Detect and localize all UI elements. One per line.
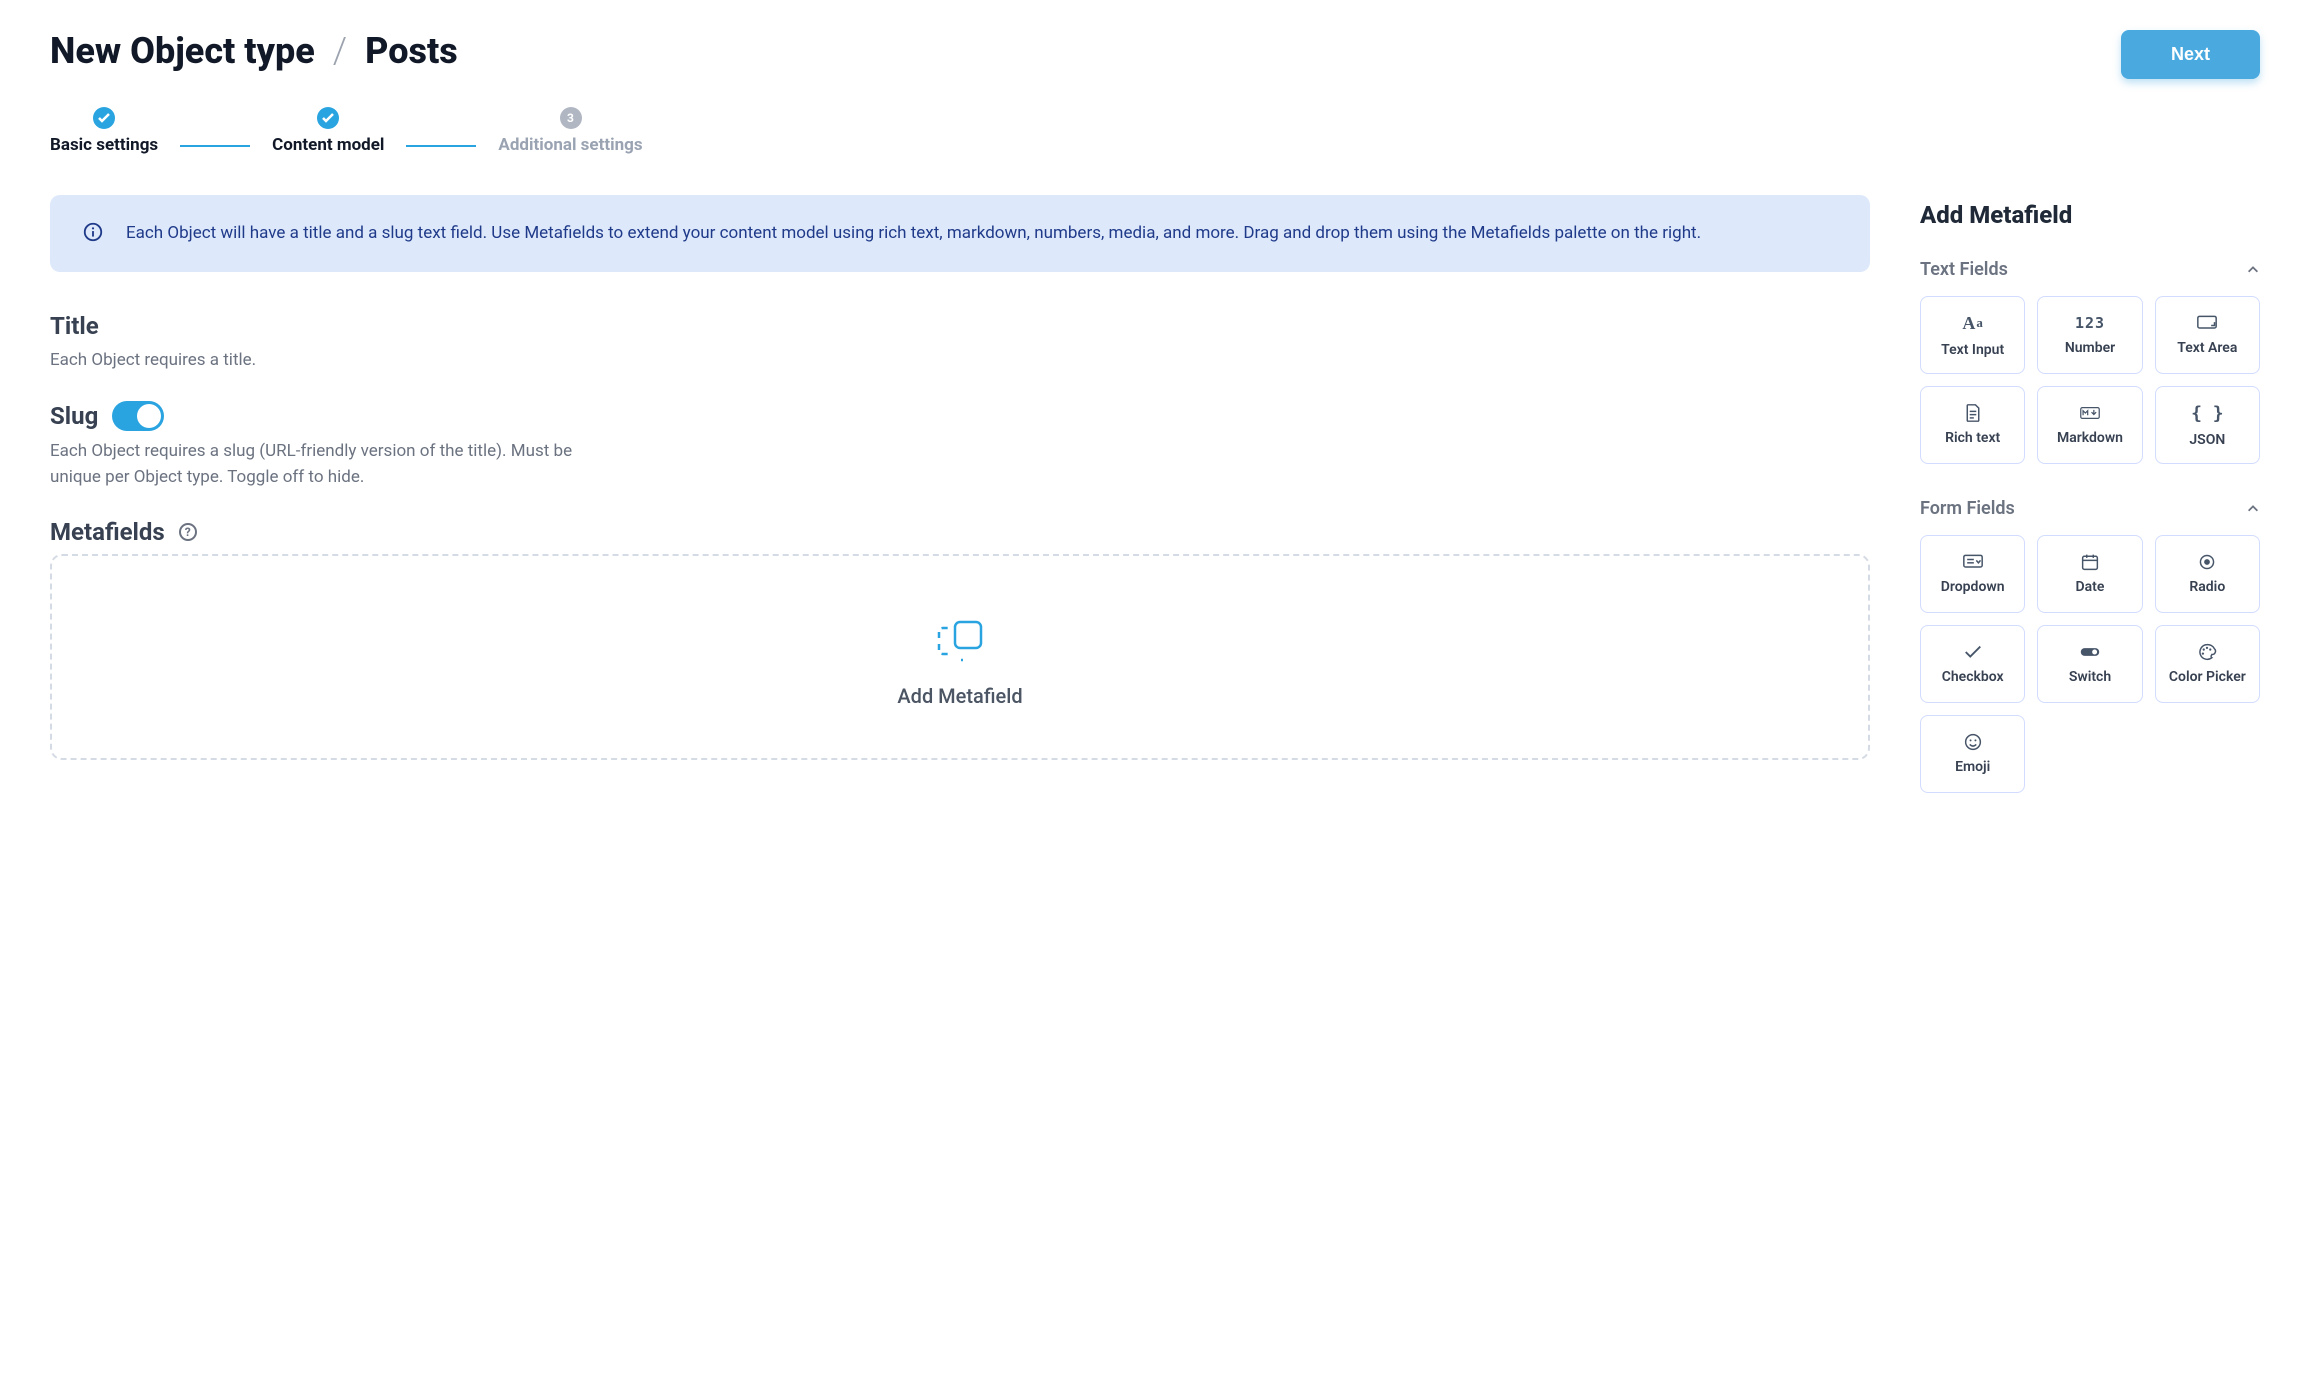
- tile-label: Radio: [2189, 579, 2225, 595]
- step-connector: [180, 145, 250, 147]
- rich-text-icon: [1963, 404, 1983, 422]
- step-connector: [406, 145, 476, 147]
- tile-date[interactable]: Date: [2037, 535, 2142, 613]
- chevron-up-icon: [2246, 502, 2260, 516]
- title-heading: Title: [50, 312, 1870, 340]
- metafields-palette: Add Metafield Text Fields Aa Text Input …: [1920, 195, 2260, 827]
- tile-checkbox[interactable]: Checkbox: [1920, 625, 2025, 703]
- next-button[interactable]: Next: [2121, 30, 2260, 79]
- step-check-icon: [317, 107, 339, 129]
- dropzone-icon: [933, 616, 987, 666]
- tile-markdown[interactable]: Markdown: [2037, 386, 2142, 464]
- tile-label: Date: [2076, 579, 2105, 595]
- step-label: Additional settings: [498, 135, 642, 155]
- chevron-up-icon: [2246, 263, 2260, 277]
- metafields-heading: Metafields ?: [50, 518, 1870, 546]
- group-label: Form Fields: [1920, 498, 2015, 519]
- tile-emoji[interactable]: Emoji: [1920, 715, 2025, 793]
- dropdown-icon: [1963, 553, 1983, 571]
- info-text: Each Object will have a title and a slug…: [126, 219, 1701, 248]
- slug-heading: Slug: [50, 401, 1870, 431]
- step-additional-settings[interactable]: 3 Additional settings: [498, 107, 642, 155]
- page-title: New Object type / Posts: [50, 30, 458, 72]
- info-icon: [82, 221, 104, 243]
- palette-heading: Add Metafield: [1920, 201, 2260, 229]
- tile-label: Checkbox: [1942, 669, 2004, 685]
- number-icon: 123: [2075, 314, 2105, 332]
- step-number-icon: 3: [560, 107, 582, 129]
- tile-text-input[interactable]: Aa Text Input: [1920, 296, 2025, 374]
- step-check-icon: [93, 107, 115, 129]
- tile-json[interactable]: { } JSON: [2155, 386, 2260, 464]
- group-form-fields[interactable]: Form Fields: [1920, 498, 2260, 519]
- slug-toggle[interactable]: [112, 401, 164, 431]
- tile-label: Number: [2065, 340, 2115, 356]
- switch-icon: [2080, 643, 2100, 661]
- title-object-name: Posts: [365, 30, 458, 72]
- dropzone-label: Add Metafield: [897, 684, 1022, 708]
- slug-desc: Each Object requires a slug (URL-friendl…: [50, 439, 610, 490]
- step-basic-settings[interactable]: Basic settings: [50, 107, 158, 155]
- tile-label: Color Picker: [2169, 669, 2246, 685]
- info-banner: Each Object will have a title and a slug…: [50, 195, 1870, 272]
- tile-label: Rich text: [1945, 430, 2000, 446]
- date-icon: [2080, 553, 2100, 571]
- tile-label: JSON: [2189, 432, 2225, 448]
- emoji-icon: [1963, 733, 1983, 751]
- color-picker-icon: [2197, 643, 2217, 661]
- tile-color-picker[interactable]: Color Picker: [2155, 625, 2260, 703]
- tile-label: Switch: [2069, 669, 2111, 685]
- tile-radio[interactable]: Radio: [2155, 535, 2260, 613]
- tile-switch[interactable]: Switch: [2037, 625, 2142, 703]
- tile-label: Emoji: [1955, 759, 1990, 775]
- slug-heading-text: Slug: [50, 402, 98, 430]
- group-label: Text Fields: [1920, 259, 2008, 280]
- radio-icon: [2197, 553, 2217, 571]
- tile-rich-text[interactable]: Rich text: [1920, 386, 2025, 464]
- metafields-heading-text: Metafields: [50, 518, 165, 546]
- tile-text-area[interactable]: Text Area: [2155, 296, 2260, 374]
- tile-number[interactable]: 123 Number: [2037, 296, 2142, 374]
- checkbox-icon: [1963, 643, 1983, 661]
- page-header: New Object type / Posts Next: [50, 30, 2260, 79]
- metafields-dropzone[interactable]: Add Metafield: [50, 554, 1870, 760]
- tile-label: Text Input: [1941, 342, 2004, 358]
- help-icon[interactable]: ?: [179, 523, 197, 541]
- tile-label: Markdown: [2057, 430, 2123, 446]
- tile-label: Dropdown: [1941, 579, 2005, 595]
- group-text-fields[interactable]: Text Fields: [1920, 259, 2260, 280]
- title-desc: Each Object requires a title.: [50, 348, 610, 374]
- text-area-icon: [2197, 314, 2217, 332]
- title-separator: /: [333, 30, 347, 72]
- json-icon: { }: [2191, 403, 2224, 424]
- group-text-fields-items: Aa Text Input 123 Number Text Area Rich …: [1920, 296, 2260, 464]
- step-label: Content model: [272, 135, 384, 155]
- group-form-fields-items: Dropdown Date Radio Checkbox: [1920, 535, 2260, 793]
- step-content-model[interactable]: Content model: [272, 107, 384, 155]
- stepper: Basic settings Content model 3 Additiona…: [50, 107, 2260, 155]
- title-prefix: New Object type: [50, 30, 315, 72]
- text-input-icon: Aa: [1962, 313, 1983, 334]
- tile-dropdown[interactable]: Dropdown: [1920, 535, 2025, 613]
- step-label: Basic settings: [50, 135, 158, 155]
- tile-label: Text Area: [2177, 340, 2237, 356]
- markdown-icon: [2080, 404, 2100, 422]
